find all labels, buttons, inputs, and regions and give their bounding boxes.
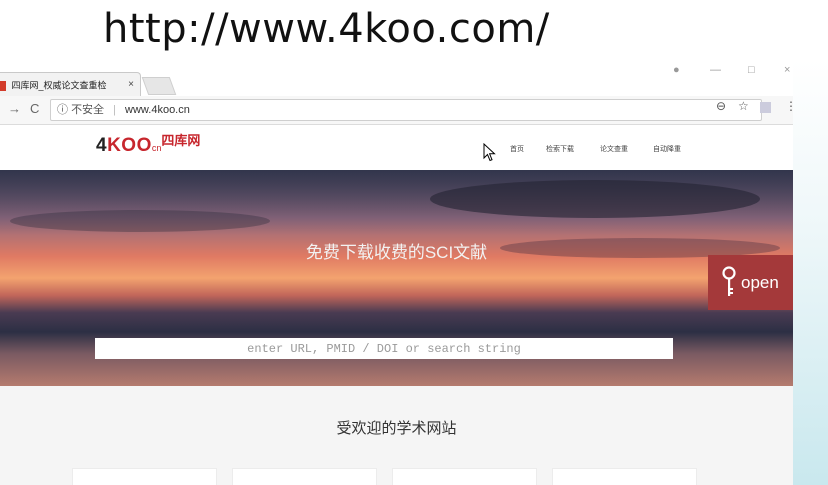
- new-tab-button[interactable]: [141, 77, 177, 95]
- profile-icon[interactable]: ●: [673, 64, 680, 76]
- site-card[interactable]: [552, 468, 697, 485]
- site-logo[interactable]: 4KOOcn四库网: [96, 133, 201, 157]
- cloud-decoration: [10, 210, 270, 232]
- security-label: 不安全: [71, 104, 105, 116]
- key-icon: [722, 265, 736, 320]
- section-title: 受欢迎的学术网站: [336, 420, 457, 437]
- search-input[interactable]: [95, 338, 673, 359]
- logo-cn-suffix: cn: [151, 143, 162, 153]
- minimize-button[interactable]: —: [710, 64, 721, 76]
- nav-home[interactable]: 首页: [510, 144, 524, 154]
- forward-icon[interactable]: →: [8, 101, 21, 116]
- nav-auto-rewrite[interactable]: 自动降重: [653, 144, 681, 154]
- favicon-icon: [0, 80, 6, 91]
- nav-search-download[interactable]: 检索下载: [546, 144, 574, 154]
- tab-title: 四库网_权威论文查重检: [11, 80, 107, 91]
- site-card[interactable]: [392, 468, 537, 485]
- hero-banner: 免费下载收费的SCI文献: [0, 170, 793, 386]
- close-window-button[interactable]: ×: [784, 64, 790, 76]
- open-button-label: open: [741, 273, 779, 292]
- maximize-button[interactable]: □: [748, 64, 755, 76]
- open-button[interactable]: open: [708, 255, 793, 310]
- browser-toolbar: → C ⓘ 不安全 | www.4koo.cn ⊖ ☆ ⋮: [0, 96, 793, 125]
- site-card[interactable]: [72, 468, 217, 485]
- browser-tab[interactable]: 四库网_权威论文查重检 ×: [0, 72, 141, 97]
- mouse-cursor-icon: [483, 143, 496, 162]
- bookmark-star-icon[interactable]: ☆: [738, 99, 749, 113]
- tab-bar: 四库网_权威论文查重检 × ● — □ ×: [0, 64, 793, 97]
- info-icon[interactable]: ⓘ: [57, 104, 68, 116]
- popular-sites-section: 受欢迎的学术网站: [0, 386, 793, 485]
- menu-icon[interactable]: ⋮: [785, 99, 793, 113]
- hero-title: 免费下载收费的SCI文献: [305, 243, 488, 262]
- site-card[interactable]: [232, 468, 377, 485]
- nav-plagiarism-check[interactable]: 论文查重: [600, 144, 628, 154]
- cloud-decoration: [430, 180, 760, 218]
- reload-icon[interactable]: C: [30, 101, 39, 116]
- site-header: 4KOOcn四库网 首页 检索下载 论文查重 自动降重: [0, 125, 793, 170]
- address-url[interactable]: www.4koo.cn: [125, 104, 190, 116]
- tab-close-button[interactable]: ×: [128, 73, 134, 97]
- address-divider: |: [113, 104, 116, 116]
- browser-window: 四库网_权威论文查重检 × ● — □ × → C ⓘ 不安全 | www.4k…: [0, 64, 793, 485]
- logo-chinese-name: 四库网: [161, 133, 201, 148]
- address-bar[interactable]: ⓘ 不安全 | www.4koo.cn: [50, 99, 762, 121]
- zoom-icon[interactable]: ⊖: [716, 99, 726, 113]
- extension-icon[interactable]: [760, 102, 771, 113]
- caption-url: http://www.4koo.com/: [103, 6, 550, 52]
- slide-background: [793, 60, 828, 485]
- logo-text: 4KOO: [96, 135, 152, 156]
